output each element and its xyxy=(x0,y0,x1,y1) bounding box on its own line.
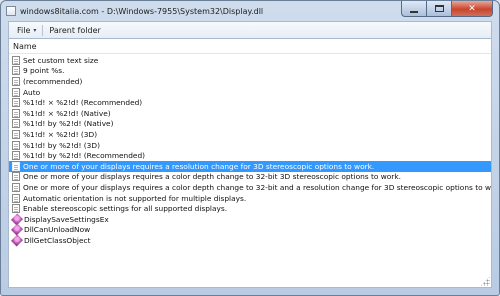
title-bar[interactable]: windows8italia.com - D:\Windows-7955\Sys… xyxy=(1,1,499,21)
menu-bar: File ▾ Parent folder xyxy=(8,21,492,38)
file-menu-label: File xyxy=(17,25,31,35)
list-item-label: DisplaySaveSettingsEx xyxy=(24,214,109,224)
list-item[interactable]: %1!d! by %2!d! (3D) xyxy=(9,140,491,151)
chevron-down-icon: ▾ xyxy=(33,26,37,34)
list-item-label: DllGetClassObject xyxy=(24,235,91,245)
list-item-label: Automatic orientation is not supported f… xyxy=(23,193,247,203)
document-icon xyxy=(12,193,20,203)
list-item[interactable]: %1!d! × %2!d! (3D) xyxy=(9,129,491,140)
list-item-label: 9 point %s. xyxy=(23,66,65,76)
list-item-label: Auto xyxy=(23,87,41,97)
explorer-window: windows8italia.com - D:\Windows-7955\Sys… xyxy=(0,0,500,296)
document-icon xyxy=(12,140,20,150)
maximize-icon xyxy=(434,5,444,12)
list-item[interactable]: 9 point %s. xyxy=(9,66,491,77)
list-item-label: One or more of your displays requires a … xyxy=(23,172,401,182)
window-title: windows8italia.com - D:\Windows-7955\Sys… xyxy=(20,6,264,16)
menu-separator xyxy=(42,24,44,36)
list-item-label: %1!d! by %2!d! (Recommended) xyxy=(23,151,146,161)
document-icon xyxy=(12,66,20,76)
document-icon xyxy=(12,98,20,108)
list-item-label: %1!d! × %2!d! (Recommended) xyxy=(23,98,143,108)
list-item[interactable]: %1!d! × %2!d! (Native) xyxy=(9,108,491,119)
list-item[interactable]: %1!d! by %2!d! (Native) xyxy=(9,119,491,130)
list-item-label: %1!d! × %2!d! (3D) xyxy=(23,129,98,139)
list-item[interactable]: One or more of your displays requires a … xyxy=(9,160,491,172)
document-icon xyxy=(12,87,20,97)
list-item-label: %1!d! × %2!d! (Native) xyxy=(23,108,111,118)
document-icon xyxy=(12,172,20,182)
list-item[interactable]: Set custom text size xyxy=(9,55,491,66)
document-icon xyxy=(12,119,20,129)
list-item[interactable]: DllCanUnloadNow xyxy=(9,223,491,236)
caption-buttons: ✕ xyxy=(401,1,493,17)
document-icon xyxy=(12,55,20,65)
parent-folder-label: Parent folder xyxy=(49,25,101,35)
function-icon xyxy=(10,234,24,247)
list-item-label: (recommended) xyxy=(23,76,83,86)
close-button[interactable]: ✕ xyxy=(451,1,493,17)
list-item-label: Set custom text size xyxy=(23,55,99,65)
list-item-label: %1!d! by %2!d! (3D) xyxy=(23,140,100,150)
list-item[interactable]: %1!d! × %2!d! (Recommended) xyxy=(9,97,491,108)
document-icon xyxy=(12,204,20,214)
document-icon xyxy=(12,108,20,118)
list-item[interactable]: DllGetClassObject xyxy=(9,234,491,247)
list-item[interactable]: DisplaySaveSettingsEx xyxy=(9,213,491,226)
list-item[interactable]: %1!d! by %2!d! (Recommended) xyxy=(9,150,491,161)
list-item[interactable]: Automatic orientation is not supported f… xyxy=(9,193,491,204)
list-item[interactable]: (recommended) xyxy=(9,76,491,87)
minimize-icon xyxy=(410,10,418,13)
minimize-button[interactable] xyxy=(401,1,426,17)
maximize-button[interactable] xyxy=(426,1,451,17)
list-item-label: One or more of your displays requires a … xyxy=(23,161,375,171)
list-item[interactable]: Auto xyxy=(9,87,491,98)
list-rows: Set custom text size 9 point %s. (recommen… xyxy=(9,54,491,247)
list-item[interactable]: Enable stereoscopic settings for all sup… xyxy=(9,203,491,214)
list-item-label: Enable stereoscopic settings for all sup… xyxy=(23,204,228,214)
document-icon xyxy=(12,129,20,139)
file-menu[interactable]: File ▾ xyxy=(13,23,40,38)
list-item-label: One or more of your displays requires a … xyxy=(23,182,492,192)
file-list[interactable]: Name Set custom text size 9 point %s. (rec… xyxy=(8,38,492,288)
column-header-name[interactable]: Name xyxy=(9,39,491,54)
document-icon xyxy=(12,76,20,86)
document-icon xyxy=(12,182,20,192)
parent-folder-button[interactable]: Parent folder xyxy=(45,23,104,38)
document-icon xyxy=(12,161,20,171)
app-icon xyxy=(6,6,16,16)
list-item-label: DllCanUnloadNow xyxy=(24,225,91,235)
list-item-label: %1!d! by %2!d! (Native) xyxy=(23,119,114,129)
column-header-label: Name xyxy=(13,41,37,51)
resize-grip[interactable] xyxy=(480,276,490,286)
list-item[interactable]: One or more of your displays requires a … xyxy=(9,182,491,193)
list-item[interactable]: One or more of your displays requires a … xyxy=(9,172,491,183)
close-icon: ✕ xyxy=(468,3,476,14)
document-icon xyxy=(12,151,20,161)
